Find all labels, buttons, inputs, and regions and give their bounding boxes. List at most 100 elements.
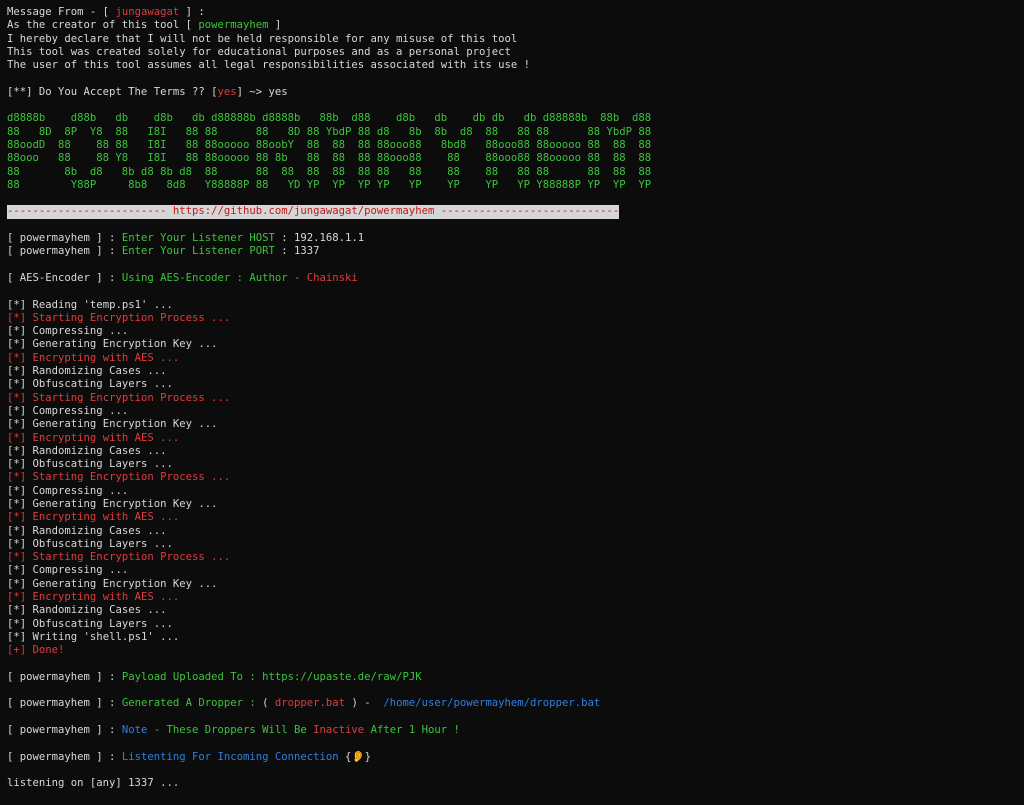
log-text: Randomizing Cases ... <box>32 604 167 617</box>
encoder-line: [ AES-Encoder ] : Using AES-Encoder : Au… <box>7 271 358 284</box>
note-line: [ powermayhem ] : Note - These Droppers … <box>7 724 460 737</box>
log-line: [*] Compressing ... <box>7 405 1017 418</box>
host-value: 192.168.1.1 <box>294 232 365 245</box>
disclaimer-line: The user of this tool assumes all legal … <box>7 59 530 72</box>
log-marker: [*] <box>7 484 27 497</box>
encoder-tag: [ AES-Encoder ] <box>7 271 103 284</box>
prompt-tag: [ powermayhem ] <box>7 245 103 258</box>
log-marker: [*] <box>7 537 27 550</box>
log-line: [*] Starting Encryption Process ... <box>7 392 1017 405</box>
log-marker: [*] <box>7 311 27 324</box>
terms-prompt: [**] Do You Accept The Terms ?? [yes] ~>… <box>7 85 288 98</box>
log-line: [*] Randomizing Cases ... <box>7 604 1017 617</box>
log-line: [+] Done! <box>7 644 1017 657</box>
log-text: Encrypting with AES ... <box>32 351 180 364</box>
dropper-line: [ powermayhem ] : Generated A Dropper : … <box>7 697 601 710</box>
log-marker: [*] <box>7 444 27 457</box>
log-line: [*] Starting Encryption Process ... <box>7 551 1017 564</box>
log-text: Encrypting with AES ... <box>32 431 180 444</box>
log-marker: [*] <box>7 458 27 471</box>
log-text: Generating Encryption Key ... <box>32 577 218 590</box>
log-line: [*] Reading 'temp.ps1' ... <box>7 299 1017 312</box>
log-marker: [+] <box>7 644 27 657</box>
log-line: [*] Encrypting with AES ... <box>7 511 1017 524</box>
log-marker: [*] <box>7 391 27 404</box>
log-text: Encrypting with AES ... <box>32 591 180 604</box>
log-marker: [*] <box>7 617 27 630</box>
listener-host-line: [ powermayhem ] : Enter Your Listener HO… <box>7 232 365 245</box>
log-text: Encrypting with AES ... <box>32 511 180 524</box>
log-marker: [*] <box>7 630 27 643</box>
prompt-tag: [ powermayhem ] <box>7 697 103 710</box>
encryption-log: [*] Reading 'temp.ps1' ... [*] Starting E… <box>7 299 1017 658</box>
log-text: Randomizing Cases ... <box>32 444 167 457</box>
log-text: Compressing ... <box>32 404 129 417</box>
log-marker: [*] <box>7 404 27 417</box>
log-line: [*] Writing 'shell.ps1' ... <box>7 631 1017 644</box>
github-url-separator: ------------------------- https://github… <box>7 205 620 219</box>
terms-answer: yes <box>268 85 288 98</box>
ascii-banner-line: 88 8b d8 8b d8 8b d8 88 88 88 88 88 88 8… <box>7 165 652 178</box>
log-text: Starting Encryption Process ... <box>32 471 231 484</box>
log-marker: [*] <box>7 431 27 444</box>
log-line: [*] Randomizing Cases ... <box>7 445 1017 458</box>
log-line: [*] Randomizing Cases ... <box>7 365 1017 378</box>
log-line: [*] Obfuscating Layers ... <box>7 538 1017 551</box>
log-text: Writing 'shell.ps1' ... <box>32 630 180 643</box>
payload-url: Payload Uploaded To : https://upaste.de/… <box>121 670 422 683</box>
netcat-listening-line: listening on [any] 1337 ... <box>7 777 180 790</box>
disclaimer-line: I hereby declare that I will not be held… <box>7 32 518 45</box>
tool-name: powermayhem <box>198 19 269 32</box>
terminal-output: Message From - [ jungawagat ] : As the c… <box>7 6 1017 791</box>
log-marker: [*] <box>7 604 27 617</box>
encoder-author: Chainski <box>306 271 358 284</box>
ascii-banner-line: 88ooo 88 88 Y8 I8I 88 88ooooo 88 8b 88 8… <box>7 152 652 165</box>
log-marker: [*] <box>7 378 27 391</box>
log-text: Starting Encryption Process ... <box>32 311 231 324</box>
log-line: [*] Encrypting with AES ... <box>7 352 1017 365</box>
log-marker: [*] <box>7 591 27 604</box>
log-marker: [*] <box>7 298 27 311</box>
ascii-banner-line: d8888b d88b db d8b db d88888b d8888b 88b… <box>7 112 652 125</box>
log-marker: [*] <box>7 351 27 364</box>
disclaimer-line: This tool was created solely for educati… <box>7 45 511 58</box>
prompt-tag: [ powermayhem ] <box>7 750 103 763</box>
log-line: [*] Starting Encryption Process ... <box>7 312 1017 325</box>
log-text: Obfuscating Layers ... <box>32 458 173 471</box>
log-line: [*] Generating Encryption Key ... <box>7 498 1017 511</box>
log-text: Compressing ... <box>32 325 129 338</box>
log-line: [*] Obfuscating Layers ... <box>7 618 1017 631</box>
inactive-word: Inactive <box>313 724 365 737</box>
dropper-path: /home/user/powermayhem/dropper.bat <box>383 697 601 710</box>
log-marker: [*] <box>7 577 27 590</box>
listener-port-line: [ powermayhem ] : Enter Your Listener PO… <box>7 245 320 258</box>
author-name: jungawagat <box>115 6 180 18</box>
log-text: Generating Encryption Key ... <box>32 497 218 510</box>
prompt-tag: [ powermayhem ] <box>7 232 103 245</box>
ear-icon: 👂 <box>351 750 365 763</box>
log-marker: [*] <box>7 365 27 378</box>
log-marker: [*] <box>7 325 27 338</box>
log-line: [*] Compressing ... <box>7 325 1017 338</box>
log-text: Randomizing Cases ... <box>32 524 167 537</box>
log-marker: [*] <box>7 338 27 351</box>
listening-status-line: [ powermayhem ] : Listenting For Incomin… <box>7 750 372 763</box>
log-text: Generating Encryption Key ... <box>32 338 218 351</box>
log-marker: [*] <box>7 471 27 484</box>
log-line: [*] Encrypting with AES ... <box>7 591 1017 604</box>
log-line: [*] Generating Encryption Key ... <box>7 578 1017 591</box>
log-line: [*] Obfuscating Layers ... <box>7 378 1017 391</box>
log-text: Reading 'temp.ps1' ... <box>32 298 173 311</box>
log-line: [*] Compressing ... <box>7 564 1017 577</box>
log-text: Starting Encryption Process ... <box>32 551 231 564</box>
log-text: Compressing ... <box>32 564 129 577</box>
log-line: [*] Starting Encryption Process ... <box>7 471 1017 484</box>
log-marker: [*] <box>7 564 27 577</box>
log-text: Compressing ... <box>32 484 129 497</box>
log-text: Randomizing Cases ... <box>32 365 167 378</box>
prompt-tag: [ powermayhem ] <box>7 670 103 683</box>
port-value: 1337 <box>294 245 320 258</box>
ascii-banner-line: 88 8D 8P Y8 88 I8I 88 88 88 8D 88 YbdP 8… <box>7 125 652 138</box>
log-text: Obfuscating Layers ... <box>32 537 173 550</box>
log-text: Starting Encryption Process ... <box>32 391 231 404</box>
